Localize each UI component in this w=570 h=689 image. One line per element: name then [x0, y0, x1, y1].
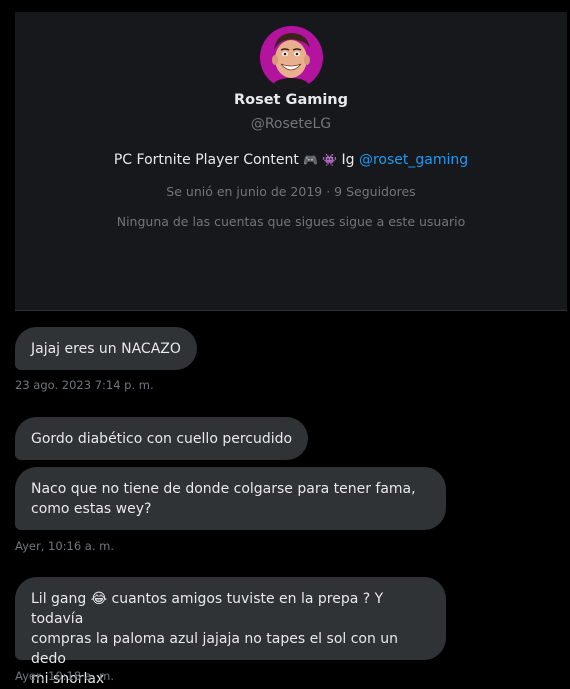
message-text: Gordo diabético con cuello percudido	[31, 431, 293, 447]
avatar[interactable]	[260, 26, 323, 89]
display-name[interactable]: Roset Gaming	[15, 92, 567, 108]
message-text-line: como estas wey?	[31, 501, 152, 517]
message-bubble[interactable]: Naco que no tiene de donde colgarse para…	[15, 467, 446, 530]
message-bubble[interactable]: Jajaj eres un NACAZO	[15, 327, 197, 370]
message-timestamp: Ayer, 10:16 a. m.	[15, 539, 115, 553]
followers-you-know-note: Ninguna de las cuentas que sigues sigue …	[116, 214, 466, 229]
username-handle: @RoseteLG	[250, 116, 332, 132]
message-text-fragment: Lil gang	[31, 591, 87, 607]
message-bubble[interactable]: Gordo diabético con cuello percudido	[15, 417, 309, 460]
message-timestamp: Ayer, 10:18 a. m.	[15, 669, 115, 683]
profile-bio: PC Fortnite Player Content 🎮 👾 Ig @roset…	[15, 152, 567, 168]
message-timestamp: 23 ago. 2023 7:14 p. m.	[15, 378, 154, 392]
message-text-line: Naco que no tiene de donde colgarse para…	[31, 481, 416, 497]
profile-card[interactable]: Roset Gaming @RoseteLG PC Fortnite Playe…	[15, 12, 567, 311]
joined-date-followers: Se unió en junio de 2019 · 9 Seguidores	[166, 184, 416, 199]
message-text-line: Lil gang 😂 cuantos amigos tuviste en la …	[31, 589, 430, 629]
message-text: Jajaj eres un NACAZO	[31, 341, 181, 357]
bio-text: PC Fortnite Player Content	[113, 152, 299, 168]
bio-ig-label: Ig	[341, 152, 355, 168]
message-bubble[interactable]: Lil gang 😂 cuantos amigos tuviste en la …	[15, 577, 446, 687]
message-text-line: compras la paloma azul jajaja no tapes e…	[31, 631, 399, 667]
instagram-mention-link[interactable]: @roset_gaming	[359, 152, 468, 168]
avatar-image	[260, 26, 323, 89]
laughing-tears-emoji-icon: 😂	[90, 591, 108, 607]
dm-conversation: Roset Gaming @RoseteLG PC Fortnite Playe…	[0, 0, 570, 689]
gamepad-alien-emoji-icon: 🎮 👾	[303, 153, 338, 167]
